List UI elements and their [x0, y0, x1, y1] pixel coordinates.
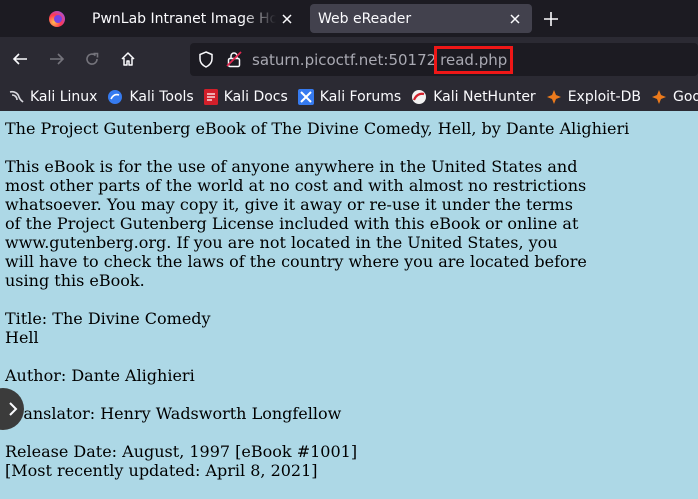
forward-arrow-icon — [50, 53, 65, 65]
firefox-view-tab[interactable] — [42, 4, 72, 33]
url-path-highlight: read.php — [434, 45, 514, 74]
shield-icon[interactable] — [198, 51, 214, 72]
bookmark-label: Kali Docs — [223, 88, 288, 105]
kali-dragon-icon — [9, 90, 24, 103]
bookmark-google-hacking-db[interactable]: Google — [651, 89, 698, 105]
close-icon — [282, 13, 292, 24]
plus-icon — [544, 12, 558, 26]
kali-docs-icon — [203, 88, 218, 105]
kali-forums-icon — [297, 88, 314, 105]
bookmark-label: Exploit-DB — [567, 88, 641, 105]
back-button[interactable] — [8, 47, 32, 71]
bookmark-exploit-db[interactable]: Exploit-DB — [546, 89, 641, 105]
tab-pwnlab[interactable]: PwnLab Intranet Image Hosti — [80, 4, 304, 33]
home-button[interactable] — [116, 47, 140, 71]
tab-bar: PwnLab Intranet Image Hosti Web eReader — [0, 0, 698, 37]
bookmark-kali-tools[interactable]: Kali Tools — [107, 88, 194, 105]
url-port: :50172 — [383, 50, 437, 69]
tab-web-ereader[interactable]: Web eReader — [310, 4, 532, 33]
author-paragraph: Author: Dante Alighieri — [5, 366, 195, 385]
bookmark-kali-forums[interactable]: Kali Forums — [297, 88, 402, 105]
back-arrow-icon — [12, 53, 27, 65]
url-text: saturn.picoctf.net:50172 — [252, 51, 436, 69]
bookmark-label: Kali NetHunter — [433, 88, 536, 105]
address-bar[interactable]: saturn.picoctf.net:50172 read.php — [190, 43, 698, 76]
close-tab-button[interactable] — [276, 8, 298, 30]
release-paragraph: Release Date: August, 1997 [eBook #1001]… — [5, 442, 358, 480]
home-icon — [121, 52, 135, 66]
kali-nethunter-icon — [412, 89, 427, 104]
url-host: saturn.picoctf.net — [252, 50, 384, 69]
bookmarks-toolbar: Kali Linux Kali Tools Kali Docs Kali For… — [0, 82, 698, 111]
bookmark-kali-docs[interactable]: Kali Docs — [203, 88, 288, 105]
google-hacking-db-icon — [651, 89, 666, 104]
forward-button[interactable] — [45, 47, 69, 71]
exploit-db-icon — [546, 89, 561, 104]
reload-button[interactable] — [80, 47, 104, 71]
close-tab-button[interactable] — [504, 8, 526, 30]
reload-icon — [86, 52, 99, 65]
license-paragraph: This eBook is for the use of anyone anyw… — [5, 157, 587, 290]
bookmark-label: Kali Tools — [129, 88, 194, 105]
insecure-lock-icon[interactable] — [226, 51, 242, 72]
bookmark-label: Google — [672, 88, 698, 105]
chevron-right-icon — [9, 402, 18, 416]
bookmark-label: Kali Linux — [30, 88, 98, 105]
page-content: The Project Gutenberg eBook of The Divin… — [5, 119, 695, 499]
tab-title: Web eReader — [318, 10, 412, 27]
tab-title: PwnLab Intranet Image Hosti — [92, 10, 276, 27]
bookmark-label: Kali Forums — [319, 88, 402, 105]
kali-tools-icon — [108, 89, 123, 104]
new-tab-button[interactable] — [540, 8, 562, 30]
title-paragraph: Title: The Divine Comedy Hell — [5, 309, 211, 347]
translator-paragraph: Translator: Henry Wadsworth Longfellow — [5, 404, 342, 423]
close-icon — [510, 13, 520, 24]
bookmark-kali-linux[interactable]: Kali Linux — [8, 89, 97, 105]
ebook-header-line: The Project Gutenberg eBook of The Divin… — [5, 119, 630, 138]
firefox-icon — [49, 10, 65, 27]
bookmark-kali-nethunter[interactable]: Kali NetHunter — [411, 88, 536, 105]
